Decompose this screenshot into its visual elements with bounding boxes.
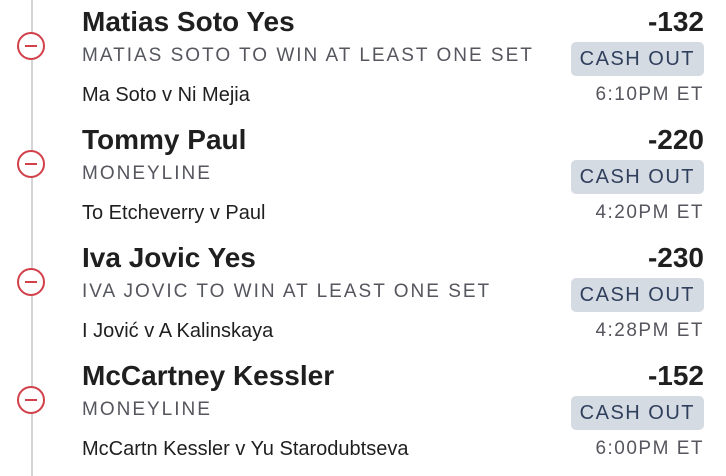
remove-leg-button[interactable] bbox=[17, 386, 45, 414]
selection-name: Iva Jovic Yes bbox=[82, 242, 256, 273]
matchup-label: McCartn Kessler v Yu Starodubtseva bbox=[82, 438, 409, 460]
parlay-leg: Tommy Paul -220 MONEYLINE CASH OUT To Et… bbox=[0, 118, 726, 236]
market-name: MATIAS SOTO TO WIN AT LEAST ONE SET bbox=[82, 45, 534, 66]
minus-circle-icon bbox=[25, 45, 37, 47]
minus-circle-icon bbox=[25, 399, 37, 401]
odds-value: -152 bbox=[647, 360, 704, 391]
cash-out-button[interactable]: CASH OUT bbox=[570, 160, 704, 194]
cash-out-button[interactable]: CASH OUT bbox=[570, 278, 704, 312]
market-name: MONEYLINE bbox=[82, 399, 212, 420]
matchup-label: To Etcheverry v Paul bbox=[82, 202, 266, 224]
remove-leg-button[interactable] bbox=[17, 32, 45, 60]
event-time: 4:20PM ET bbox=[595, 202, 704, 223]
cash-out-button[interactable]: CASH OUT bbox=[570, 396, 704, 430]
selection-name: McCartney Kessler bbox=[82, 360, 335, 391]
odds-value: -220 bbox=[647, 124, 704, 155]
parlay-leg: McCartney Kessler -152 MONEYLINE CASH OU… bbox=[0, 354, 726, 472]
parlay-leg: Matias Soto Yes -132 MATIAS SOTO TO WIN … bbox=[0, 0, 726, 118]
minus-circle-icon bbox=[25, 163, 37, 165]
remove-leg-button[interactable] bbox=[17, 150, 45, 178]
odds-value: -132 bbox=[647, 6, 704, 37]
selection-name: Matias Soto Yes bbox=[82, 6, 295, 37]
remove-leg-button[interactable] bbox=[17, 268, 45, 296]
matchup-label: I Jović v A Kalinskaya bbox=[82, 320, 274, 342]
event-time: 6:00PM ET bbox=[595, 438, 704, 459]
parlay-leg: Iva Jovic Yes -230 IVA JOVIC TO WIN AT L… bbox=[0, 236, 726, 354]
event-time: 6:10PM ET bbox=[595, 84, 704, 105]
event-time: 4:28PM ET bbox=[595, 320, 704, 341]
cash-out-button[interactable]: CASH OUT bbox=[570, 42, 704, 76]
market-name: MONEYLINE bbox=[82, 163, 212, 184]
market-name: IVA JOVIC TO WIN AT LEAST ONE SET bbox=[82, 281, 492, 302]
matchup-label: Ma Soto v Ni Mejia bbox=[82, 84, 250, 106]
odds-value: -230 bbox=[647, 242, 704, 273]
selection-name: Tommy Paul bbox=[82, 124, 247, 155]
minus-circle-icon bbox=[25, 281, 37, 283]
